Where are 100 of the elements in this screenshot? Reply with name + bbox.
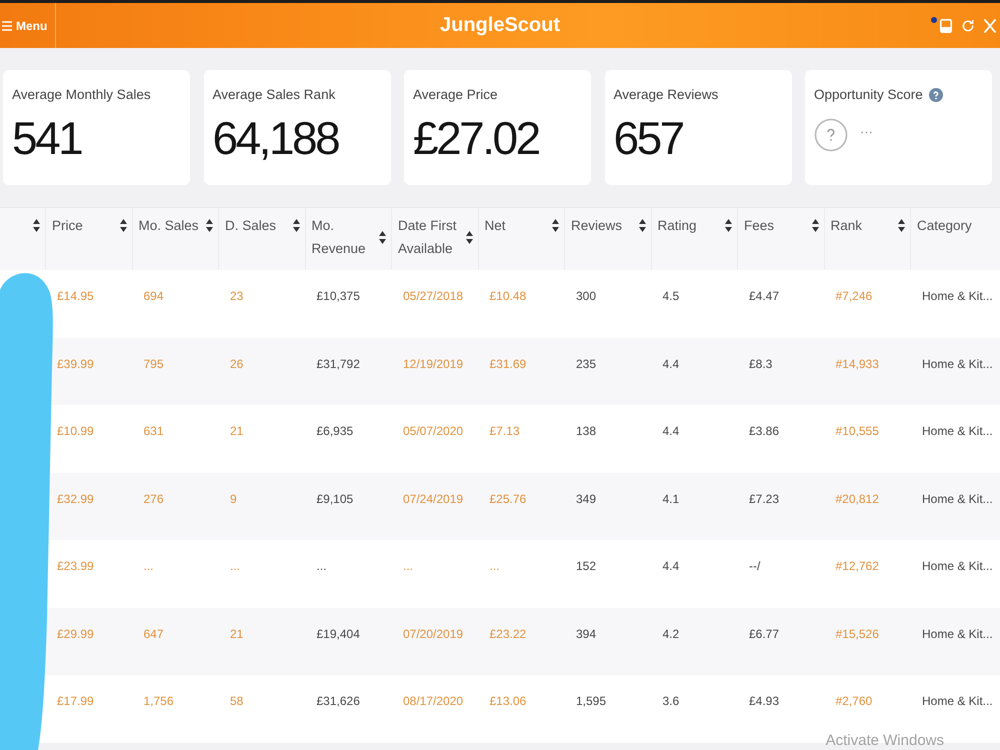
sort-icon: [120, 219, 126, 232]
column-header: Rating: [658, 217, 697, 235]
sort-button[interactable]: [292, 219, 300, 232]
column-header: Mo. Revenue: [312, 217, 367, 258]
table-cell: 07/20/2019: [403, 626, 464, 640]
table-cell: 631: [144, 424, 164, 438]
column-header: Category: [917, 217, 972, 235]
stat-label: Average Sales Rank: [212, 87, 336, 102]
table-cell: 08/17/2020: [403, 694, 464, 708]
status-dot-icon: [931, 16, 937, 22]
table-cell: 21: [230, 424, 244, 438]
table-cell: 3.6: [662, 694, 680, 708]
table-cell: 4.4: [662, 559, 680, 573]
sort-button[interactable]: [120, 219, 126, 232]
table-cell: 4.5: [662, 289, 680, 303]
table-cell: --/: [749, 559, 760, 573]
table-cell: 4.4: [662, 356, 680, 370]
sort-icon: [292, 219, 300, 232]
table-cell: 647: [144, 626, 164, 640]
table-cell: Home & Kit...: [922, 492, 993, 506]
sort-icon: [33, 219, 40, 232]
column-header: Fees: [744, 217, 774, 235]
sort-button[interactable]: [206, 219, 213, 232]
sort-button[interactable]: [466, 230, 472, 244]
table-cell: £25.76: [490, 492, 526, 506]
table-cell: 138: [576, 424, 596, 438]
table-cell: Home & Kit...: [922, 424, 993, 438]
table-cell: 58: [230, 694, 244, 708]
table-cell: 1,595: [576, 694, 606, 708]
table-cell: 4.4: [662, 424, 680, 438]
sort-button[interactable]: [638, 219, 646, 232]
table-cell: 795: [144, 356, 164, 370]
table-cell: £13.06: [490, 694, 526, 708]
sort-button[interactable]: [33, 219, 40, 232]
table-cell: £39.99: [57, 356, 94, 370]
table-cell: £14.95: [57, 289, 94, 303]
stat-label: Average Monthly Sales: [12, 87, 152, 102]
column-header: Net: [484, 217, 506, 235]
table-cell: £9,105: [316, 492, 354, 506]
menu-button[interactable]: Menu: [0, 3, 56, 48]
table-cell: 152: [576, 559, 596, 573]
stat-value: 64,188: [212, 111, 338, 166]
column-header: Rank: [830, 217, 862, 235]
table-cell: £3.86: [749, 424, 780, 438]
sort-icon: [638, 219, 646, 232]
stat-label: Average Price: [413, 87, 499, 102]
table-cell: ...: [316, 559, 327, 573]
help-icon[interactable]: [928, 88, 943, 102]
table-cell: £4.93: [749, 694, 780, 708]
menu-icon: [2, 20, 12, 30]
stat-label: Opportunity Score: [814, 87, 923, 102]
sort-icon: [725, 219, 732, 232]
table-cell: #12,762: [836, 559, 879, 573]
table-cell: £32.99: [57, 492, 94, 506]
table-cell: £7.13: [490, 424, 520, 438]
table-cell: Home & Kit...: [922, 289, 993, 303]
stat-label: Average Reviews: [614, 87, 720, 102]
table-cell: 23: [230, 289, 244, 303]
table-cell: Home & Kit...: [922, 694, 993, 708]
table-cell: 300: [576, 289, 596, 303]
table-cell: #14,933: [836, 356, 879, 370]
sort-icon: [898, 219, 905, 232]
table-cell: 05/07/2020: [403, 424, 464, 438]
table-cell: #10,555: [836, 424, 879, 438]
table-cell: #20,812: [836, 492, 879, 506]
table-cell: 349: [576, 492, 596, 506]
sort-icon: [552, 219, 559, 232]
sort-button[interactable]: [725, 219, 732, 232]
os-watermark-text: Activate Windows: [826, 732, 944, 749]
table-cell: £19,404: [316, 626, 360, 640]
table-cell: 1,756: [144, 694, 174, 708]
stat-value: £27.02: [413, 111, 539, 166]
sort-icon: [466, 230, 472, 244]
table-cell: £10.99: [57, 424, 94, 438]
sort-icon: [379, 230, 386, 244]
table-cell: £23.99: [57, 559, 94, 573]
table-cell: £4.47: [749, 289, 780, 303]
sort-icon: [812, 219, 818, 232]
table-cell: 4.1: [662, 492, 680, 506]
table-cell: #7,246: [836, 289, 872, 303]
table-cell: 9: [230, 492, 237, 506]
table-cell: Home & Kit...: [922, 559, 993, 573]
table-cell: £8.3: [749, 356, 772, 370]
sort-button[interactable]: [898, 219, 905, 232]
table-cell: £29.99: [57, 626, 94, 640]
sort-button[interactable]: [552, 219, 559, 232]
table-cell: £10,375: [316, 289, 360, 303]
sort-button[interactable]: [812, 219, 818, 232]
table-cell: #15,526: [836, 626, 879, 640]
table-cell: 276: [144, 492, 164, 506]
table-cell: ...: [230, 559, 240, 573]
table-cell: £6.77: [749, 626, 780, 640]
app-title: JungleScout: [440, 14, 560, 37]
table-cell: ...: [403, 559, 414, 573]
table-cell: £31,792: [316, 356, 360, 370]
sort-button[interactable]: [379, 230, 386, 244]
table-cell: 12/19/2019: [403, 356, 464, 370]
table-cell: ...: [144, 559, 154, 573]
column-header: Reviews: [571, 217, 622, 235]
table-cell: Home & Kit...: [922, 356, 993, 370]
